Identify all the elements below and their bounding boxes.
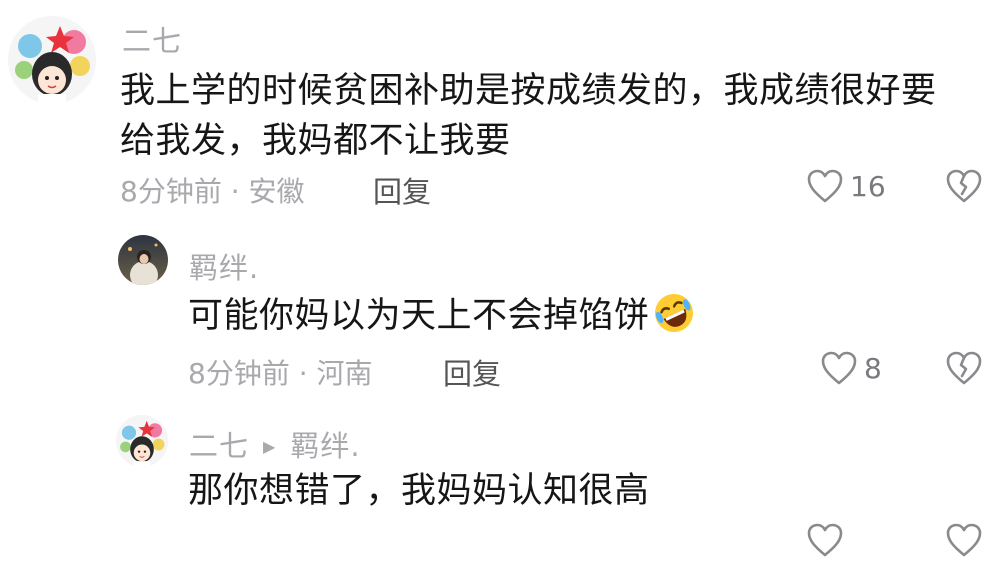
- avatar[interactable]: [116, 415, 168, 467]
- broken-heart-icon: [946, 169, 982, 203]
- comment-text-content: 可能你妈以为天上不会掉馅饼: [188, 296, 650, 336]
- comment-meta: 8分钟前 · 安徽: [120, 175, 305, 208]
- like-button[interactable]: [806, 522, 844, 562]
- reply-arrow-icon: ▶: [263, 437, 277, 456]
- reply-item: 羁绊. 可能你妈以为天上不会掉馅饼 8分钟前 · 河南 回复 8: [0, 215, 1008, 395]
- heart-icon: [807, 523, 843, 557]
- reply-item: 二七 ▶ 羁绊. 那你想错了，我妈妈认知很高: [0, 395, 1008, 557]
- like-count: 16: [850, 169, 886, 203]
- like-count: 8: [864, 351, 882, 385]
- comment-username[interactable]: 羁绊.: [189, 245, 259, 287]
- dislike-button[interactable]: [945, 522, 983, 562]
- comment-text: 可能你妈以为天上不会掉馅饼: [188, 291, 696, 341]
- comment-text-line: 我上学的时候贫困补助是按成绩发的，我成绩很好要: [120, 71, 937, 111]
- dislike-button[interactable]: [945, 350, 983, 390]
- reply-to-username[interactable]: 羁绊.: [290, 429, 360, 463]
- heart-icon: [807, 169, 843, 203]
- avatar[interactable]: [8, 16, 96, 104]
- comment-text-line: 给我发，我妈都不让我要: [120, 121, 511, 161]
- comment-meta: 8分钟前 · 河南: [188, 357, 373, 390]
- like-button[interactable]: 8: [820, 350, 882, 386]
- cartoon-girl-avatar-image: [8, 16, 96, 104]
- broken-heart-icon: [946, 523, 982, 557]
- avatar[interactable]: [118, 235, 168, 285]
- cartoon-girl-avatar-image: [116, 415, 168, 467]
- comment-item: 二七 我上学的时候贫困补助是按成绩发的，我成绩很好要 给我发，我妈都不让我要 8…: [0, 0, 1008, 215]
- reply-button[interactable]: 回复: [443, 351, 501, 393]
- reply-button[interactable]: 回复: [373, 169, 431, 211]
- reply-header: 二七 ▶ 羁绊.: [189, 423, 361, 465]
- rolling-on-floor-laughing-emoji: [654, 294, 693, 332]
- photo-avatar-image: [118, 235, 168, 285]
- like-button[interactable]: 16: [806, 168, 886, 204]
- heart-icon: [821, 351, 857, 385]
- broken-heart-icon: [946, 351, 982, 385]
- comment-text: 我上学的时候贫困补助是按成绩发的，我成绩很好要 给我发，我妈都不让我要: [120, 66, 937, 166]
- comment-text: 那你想错了，我妈妈认知很高: [188, 471, 650, 511]
- comment-username[interactable]: 二七: [189, 429, 249, 463]
- dislike-button[interactable]: [945, 168, 983, 208]
- comment-username[interactable]: 二七: [122, 18, 182, 60]
